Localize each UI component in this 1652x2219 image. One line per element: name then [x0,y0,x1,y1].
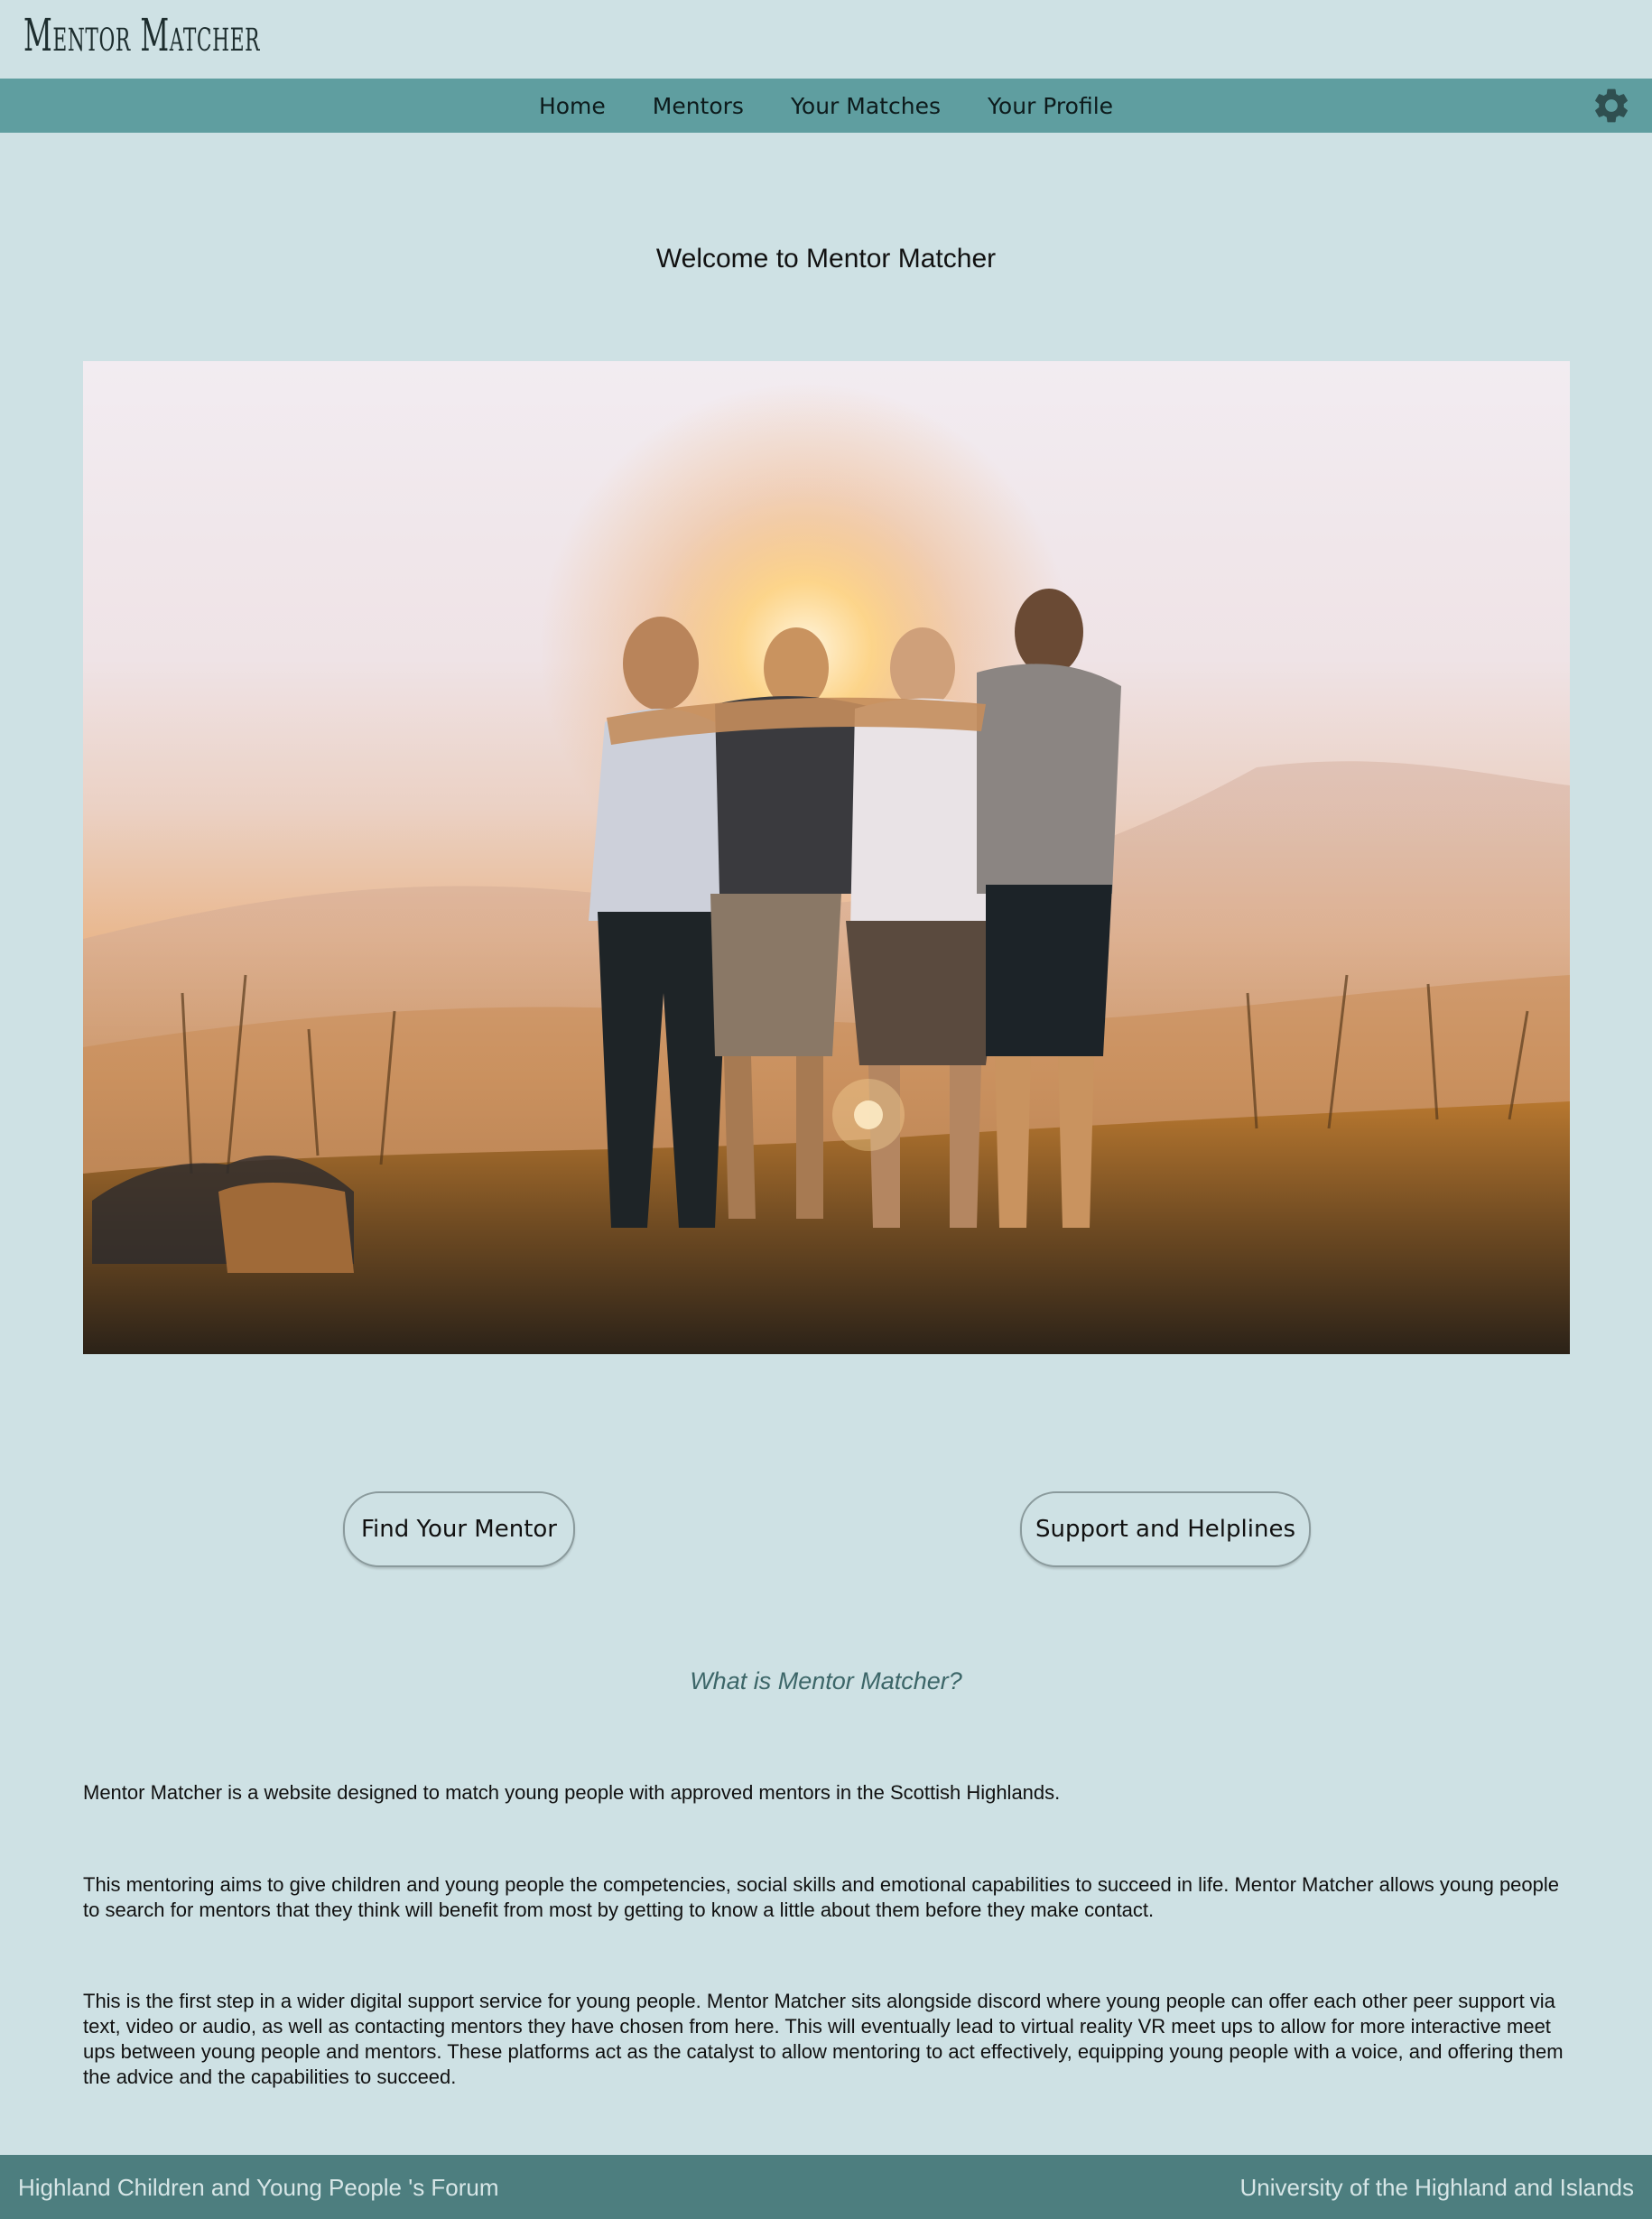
find-mentor-button[interactable]: Find Your Mentor [343,1491,575,1567]
footer-university-link[interactable]: University of the Highland and Islands [1240,2174,1634,2202]
about-title: What is Mentor Matcher? [690,1667,962,1694]
site-logo[interactable]: Mentor Matcher [23,9,260,61]
nav-item-your-matches[interactable]: Your Matches [767,93,964,119]
nav-item-your-profile[interactable]: Your Profile [964,93,1137,119]
about-paragraph-2: This mentoring aims to give children and… [83,1873,1560,1921]
about-paragraph-1: Mentor Matcher is a website designed to … [83,1781,1061,1804]
footer: Highland Children and Young People 's Fo… [0,2155,1652,2219]
nav-bar: Home Mentors Your Matches Your Profile [0,79,1652,133]
nav-links: Home Mentors Your Matches Your Profile [0,79,1652,133]
about-paragraph-3: This is the first step in a wider digita… [83,1990,1564,2088]
header: Mentor Matcher [0,0,1652,79]
page: Mentor Matcher Home Mentors Your Matches… [0,0,1652,2219]
gear-icon[interactable] [1591,85,1632,126]
page-title: Welcome to Mentor Matcher [655,244,997,274]
support-helplines-button[interactable]: Support and Helplines [1020,1491,1311,1567]
hero-image [83,361,1570,1354]
nav-item-home[interactable]: Home [515,93,629,119]
nav-item-mentors[interactable]: Mentors [629,93,767,119]
footer-forum-link[interactable]: Highland Children and Young People 's Fo… [18,2174,499,2202]
